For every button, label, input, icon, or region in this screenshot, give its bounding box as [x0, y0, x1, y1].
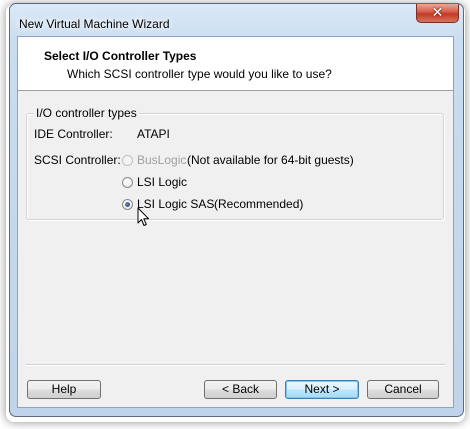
ide-controller-label: IDE Controller:: [34, 127, 113, 141]
dialog-client-area: Select I/O Controller Types Which SCSI c…: [17, 36, 454, 408]
radio-buslogic[interactable]: [122, 155, 133, 166]
scsi-controller-label: SCSI Controller:: [34, 153, 121, 167]
next-button[interactable]: Next >: [285, 380, 359, 399]
title-bar[interactable]: New Virtual Machine Wizard ✕: [10, 4, 463, 36]
close-button[interactable]: ✕: [416, 4, 459, 23]
wizard-header: Select I/O Controller Types Which SCSI c…: [18, 37, 453, 91]
groupbox-legend: I/O controller types: [34, 106, 139, 120]
radio-buslogic-label[interactable]: BusLogic: [137, 153, 186, 167]
mouse-pointer-icon: [137, 207, 149, 226]
wizard-window: New Virtual Machine Wizard ✕ Select I/O …: [9, 3, 464, 417]
back-button[interactable]: < Back: [204, 380, 277, 399]
help-button[interactable]: Help: [27, 380, 101, 399]
ide-controller-value: ATAPI: [137, 127, 170, 141]
radio-selected-dot: [125, 202, 130, 207]
page-title: Select I/O Controller Types: [44, 49, 197, 63]
lsi-logic-sas-note: (Recommended): [214, 197, 304, 211]
page-subtitle: Which SCSI controller type would you lik…: [67, 67, 332, 81]
radio-lsi-logic[interactable]: [122, 177, 133, 188]
close-icon: ✕: [431, 5, 444, 21]
radio-lsi-logic-sas[interactable]: [122, 199, 133, 210]
radio-lsi-logic-label[interactable]: LSI Logic: [137, 175, 187, 189]
buslogic-note: (Not available for 64-bit guests): [187, 153, 354, 167]
window-title: New Virtual Machine Wizard: [19, 17, 170, 31]
footer-divider: [26, 364, 445, 366]
cancel-button[interactable]: Cancel: [367, 380, 439, 399]
